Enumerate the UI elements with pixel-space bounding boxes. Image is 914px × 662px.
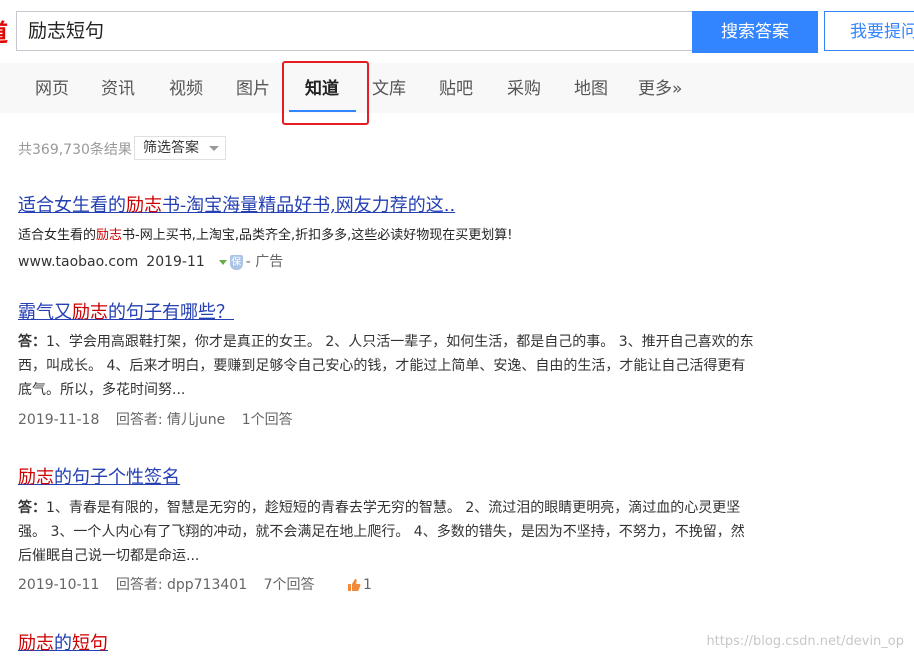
caret-down-icon [209, 146, 219, 151]
tab-tieba[interactable]: 贴吧 [439, 78, 473, 100]
tab-webpage[interactable]: 网页 [35, 78, 69, 100]
result-title-link[interactable]: 励志的句子个性签名 [18, 463, 180, 489]
answer-count[interactable]: 1个回答 [242, 410, 293, 430]
category-tab-bar: 网页 资讯 视频 图片 知道 文库 贴吧 采购 地图 更多» [0, 63, 914, 113]
result-count: 共369,730条结果 [18, 142, 132, 158]
result-url[interactable]: www.taobao.com [18, 254, 138, 270]
result-title-link[interactable]: 适合女生看的励志书-淘宝海量精品好书,网友力荐的这.. [18, 191, 455, 217]
dropdown-triangle-icon[interactable] [218, 259, 227, 265]
ad-label: - 广告 [245, 254, 284, 270]
annotation-highlight-box [282, 61, 369, 125]
watermark: https://blog.csdn.net/devin_op [706, 634, 904, 649]
tab-video[interactable]: 视频 [169, 78, 203, 100]
filter-answers-dropdown[interactable]: 筛选答案 [134, 136, 226, 160]
result-title-link[interactable]: 霸气又励志的句子有哪些？ [18, 298, 234, 324]
tab-more[interactable]: 更多» [638, 78, 682, 100]
result-date: 2019-10-11 [18, 577, 100, 593]
result-date: 2019-11-18 [18, 412, 100, 428]
tab-images[interactable]: 图片 [236, 78, 270, 100]
answerer: 回答者: 倩儿june [115, 412, 226, 428]
search-answer-button[interactable]: 搜索答案 [692, 11, 818, 53]
result-date: 2019-11 [146, 254, 205, 270]
ask-question-button[interactable]: 我要提问 [824, 11, 914, 51]
filter-label: 筛选答案 [143, 140, 199, 156]
result-meta: 2019-11-18 回答者: 倩儿june 1个回答 [18, 410, 293, 430]
search-input[interactable]: 励志短句 [16, 11, 692, 51]
tab-news[interactable]: 资讯 [101, 78, 135, 100]
result-title-link[interactable]: 励志的短句 [18, 629, 108, 655]
baidu-logo-fragment[interactable]: 道 [0, 20, 8, 46]
tab-shopping[interactable]: 采购 [507, 78, 541, 100]
answerer: 回答者: dpp713401 [115, 577, 248, 593]
like-count: 1 [362, 577, 372, 593]
result-meta: 2019-10-11 回答者: dpp713401 7个回答 1 [18, 575, 372, 595]
thumbs-up-icon[interactable] [347, 578, 361, 592]
result-snippet: 答：1、青春是有限的，智慧是无穷的，趁短短的青春去学无穷的智慧。 2、流过泪的眼… [18, 500, 745, 564]
shield-icon[interactable]: 保 [229, 254, 243, 270]
result-snippet: 适合女生看的励志书-网上买书,上淘宝,品类齐全,折扣多多,这些必读好物现在买更划… [18, 228, 513, 243]
tab-wenku[interactable]: 文库 [372, 78, 406, 100]
result-snippet: 答：1、学会用高跟鞋打架，你才是真正的女王。 2、人只活一辈子，如何生活，都是自… [18, 334, 754, 398]
result-source: www.taobao.com 2019-11 保 - 广告 [18, 252, 283, 272]
tab-map[interactable]: 地图 [574, 78, 608, 100]
answer-count[interactable]: 7个回答 [264, 575, 315, 595]
